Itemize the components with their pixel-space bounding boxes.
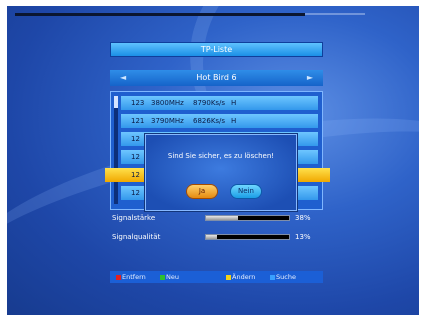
signal-quality-value: 13% (295, 233, 311, 241)
legend-yellow: Ändern (226, 271, 255, 283)
panel-title: TP-Liste (110, 42, 323, 57)
transponder-number: 12 (131, 189, 140, 197)
legend-blue: Suche (270, 271, 296, 283)
legend-green-label: Neu (166, 273, 179, 281)
transponder-number: 12 (131, 171, 140, 179)
satellite-selector[interactable]: ◄ Hot Bird 6 ► (110, 70, 323, 86)
yellow-key-icon (226, 274, 231, 280)
green-key-icon (160, 274, 165, 280)
signal-strength-fill (206, 216, 238, 220)
transponder-number: 123 (131, 99, 145, 107)
top-divider (15, 13, 305, 16)
transponder-polarization: H (231, 117, 237, 125)
signal-strength-value: 38% (295, 214, 311, 222)
tv-screen: TP-Liste ◄ Hot Bird 6 ► 123 3800MHz 8790… (7, 6, 419, 315)
signal-quality-label: Signalqualität (112, 233, 161, 241)
signal-strength-bar (205, 215, 290, 221)
legend-red-label: Entfern (122, 273, 146, 281)
transponder-number: 121 (131, 117, 145, 125)
transponder-number: 12 (131, 153, 140, 161)
arrow-right-icon[interactable]: ► (307, 70, 313, 86)
transponder-polarization: H (231, 99, 237, 107)
satellite-name: Hot Bird 6 (196, 73, 237, 82)
confirm-delete-dialog: Sind Sie sicher, es zu löschen! Ja Nein (145, 134, 297, 211)
transponder-frequency: 3790MHz (151, 117, 184, 125)
signal-strength-label: Signalstärke (112, 214, 156, 222)
legend-green: Neu (160, 271, 179, 283)
dialog-message: Sind Sie sicher, es zu löschen! (167, 152, 275, 160)
legend-red: Entfern (116, 271, 146, 283)
transponder-row[interactable]: 123 3800MHz 8790Ks/s H (121, 96, 318, 110)
legend-yellow-label: Ändern (232, 273, 256, 281)
arrow-left-icon[interactable]: ◄ (120, 70, 126, 86)
signal-quality-fill (206, 235, 217, 239)
transponder-symbol-rate: 6826Ks/s (193, 117, 226, 125)
red-key-icon (116, 274, 121, 280)
scrollbar-thumb[interactable] (114, 96, 118, 108)
transponder-number: 12 (131, 135, 140, 143)
yes-button[interactable]: Ja (187, 185, 217, 198)
transponder-row[interactable]: 121 3790MHz 6826Ks/s H (121, 114, 318, 128)
transponder-symbol-rate: 8790Ks/s (193, 99, 226, 107)
color-key-legend: Entfern Neu Ändern Suche (110, 271, 323, 283)
signal-quality-bar (205, 234, 290, 240)
blue-key-icon (270, 274, 275, 280)
legend-blue-label: Suche (276, 273, 296, 281)
transponder-frequency: 3800MHz (151, 99, 184, 107)
top-divider (305, 13, 365, 15)
no-button[interactable]: Nein (231, 185, 261, 198)
scrollbar[interactable] (114, 96, 118, 204)
